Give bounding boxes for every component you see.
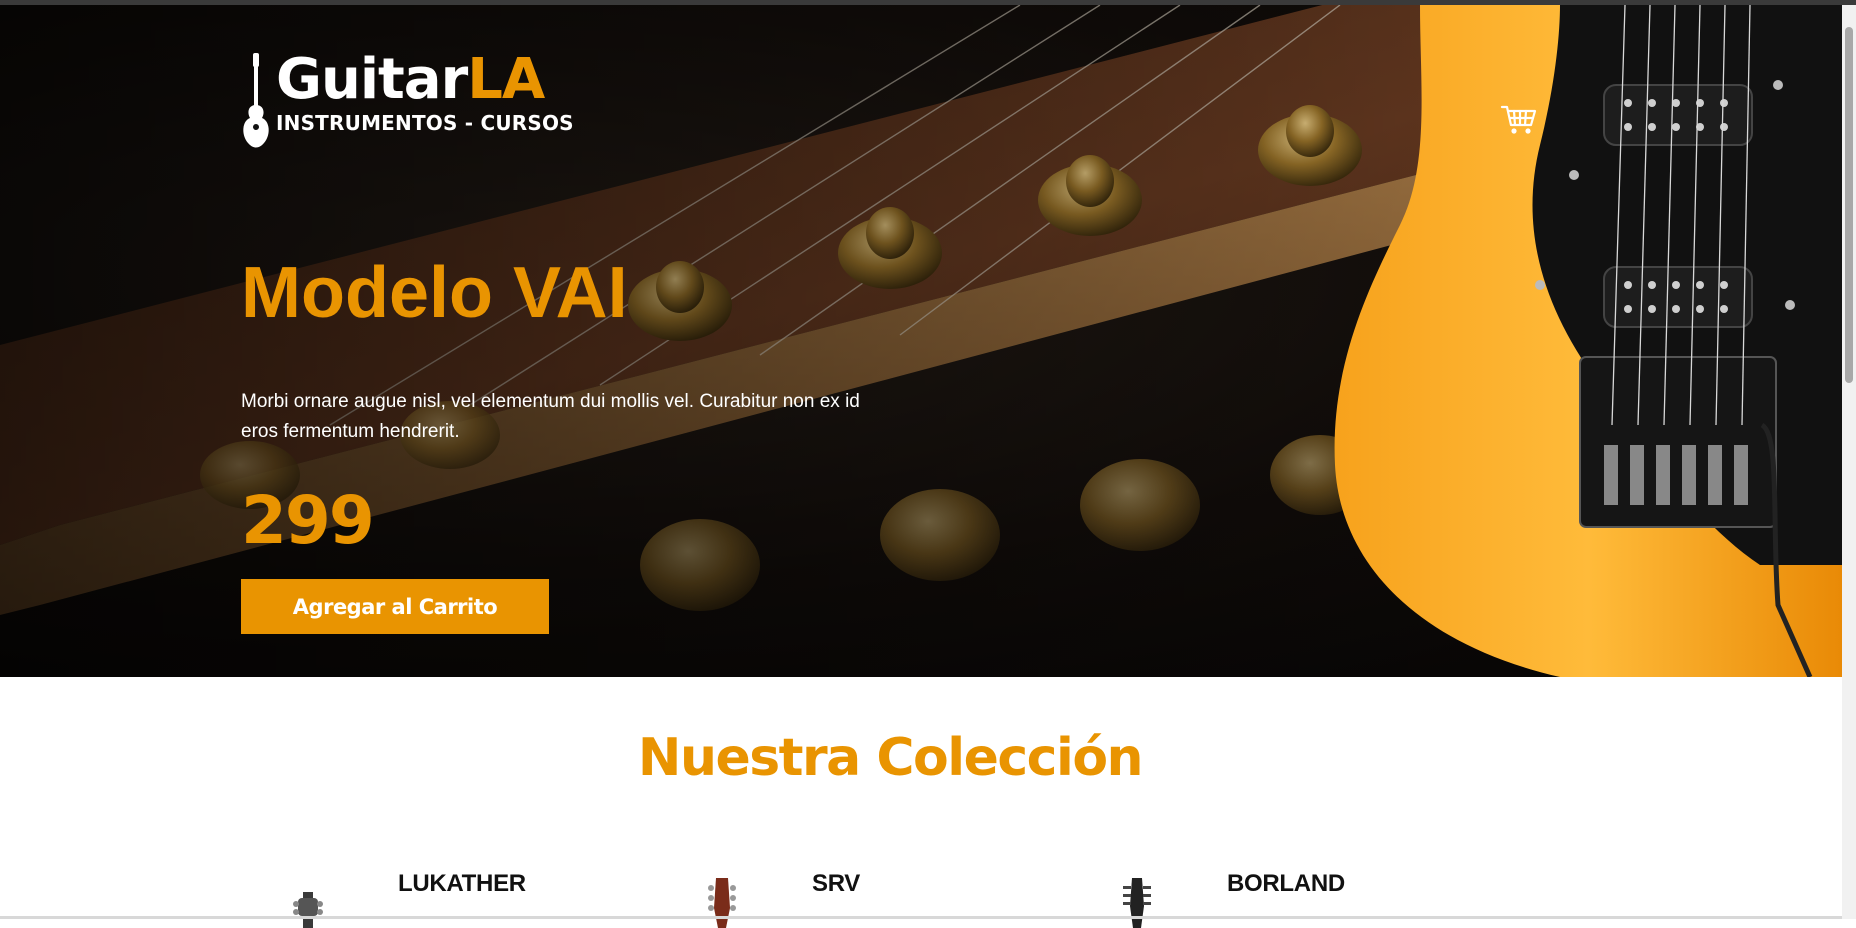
product-name: LUKATHER [398, 870, 526, 897]
cart-button[interactable] [1500, 101, 1538, 139]
product-name: SRV [812, 870, 861, 897]
scrollbar-thumb[interactable] [1845, 27, 1853, 383]
product-card-lukather[interactable]: LUKATHER [288, 870, 526, 928]
vertical-scrollbar[interactable] [1842, 5, 1856, 919]
product-name: BORLAND [1227, 870, 1345, 897]
product-card-srv[interactable]: SRV [702, 870, 860, 928]
site-header: Guitar LA INSTRUMENTOS - CURSOS [240, 47, 574, 151]
guitar-headstock-icon [293, 892, 323, 928]
hero-content: Modelo VAI Morbi ornare augue nisl, vel … [241, 253, 881, 634]
add-to-cart-button[interactable]: Agregar al Carrito [241, 579, 549, 634]
brand-tagline: INSTRUMENTOS - CURSOS [276, 111, 574, 135]
guitar-headstock-icon [708, 878, 736, 928]
brand-word-la: LA [467, 47, 545, 112]
hero-section: Guitar LA INSTRUMENTOS - CURSOS Modelo VA… [0, 5, 1842, 677]
guitar-headstock-icon [1123, 878, 1151, 928]
brand-word-guitar: Guitar [276, 47, 468, 112]
model-price: 299 [241, 482, 375, 559]
brand-wordmark[interactable]: Guitar LA [276, 47, 574, 112]
product-card-borland[interactable]: BORLAND [1117, 870, 1345, 928]
shopping-cart-icon [1500, 105, 1537, 134]
collection-title: Nuestra Colección [637, 728, 1144, 788]
guitar-logo-icon[interactable] [240, 53, 272, 151]
model-description: Morbi ornare augue nisl, vel elementum d… [241, 391, 860, 442]
model-title: Modelo VAI [241, 253, 628, 333]
